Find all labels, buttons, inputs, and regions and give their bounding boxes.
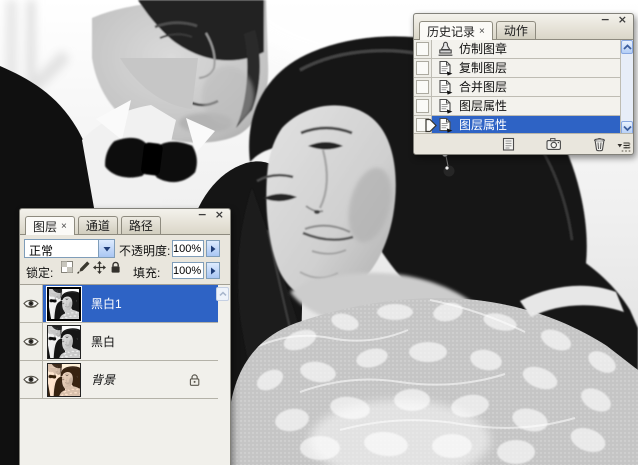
fill-slider-button[interactable] [206,262,220,279]
layers-panel: − × 图层 × 通道 路径 正常 不透明度: 100% 锁定: 填充: 100… [19,208,231,465]
layers-scroll-up-button[interactable] [216,287,229,301]
fill-label: 填充: [133,266,161,280]
lock-label: 锁定: [26,266,54,280]
move-icon [92,260,106,274]
history-step[interactable]: 合并图层 [414,78,620,97]
history-step[interactable]: 仿制图章 [414,40,620,59]
chevron-down-icon [103,246,110,251]
tab-paths[interactable]: 路径 [120,216,161,234]
layer-thumbnail[interactable] [47,362,81,397]
layer-visibility-toggle[interactable] [20,323,43,360]
history-scrollbar[interactable] [620,40,633,135]
history-window-buttons: − × [601,14,627,26]
delete-state-button[interactable] [592,137,607,152]
history-brush-well[interactable] [414,97,432,115]
tab-history[interactable]: 历史记录 × [419,21,493,40]
clone-stamp-icon [438,41,453,56]
history-step-label: 图层属性 [459,118,508,132]
brush-icon [76,260,90,274]
background-lock-icon [188,373,202,386]
fill-value-field[interactable]: 100% [172,262,204,279]
layers-minimize-button[interactable]: − [198,209,207,221]
current-state-pointer-icon[interactable] [425,118,437,133]
history-step[interactable]: 图层属性 [414,97,620,116]
history-brush-well[interactable] [414,78,432,96]
layers-controls: 正常 不透明度: 100% 锁定: 填充: 100% [20,235,230,284]
history-step[interactable]: 复制图层 [414,59,620,78]
lock-position-button[interactable] [92,260,106,274]
history-step-label: 合并图层 [459,80,508,94]
tab-history-close-icon[interactable]: × [479,26,485,37]
blend-mode-value: 正常 [29,244,54,258]
chevron-right-icon [211,267,216,274]
history-step-label: 图层属性 [459,99,508,113]
new-snapshot-button[interactable] [546,137,562,151]
layer-thumbnail[interactable] [47,286,81,321]
lock-all-button[interactable] [108,260,122,274]
tab-channels[interactable]: 通道 [77,216,118,234]
layer-state-icon [439,98,453,114]
layer-row-background[interactable]: 背景 [20,361,218,399]
layers-close-button[interactable]: × [215,209,224,221]
layer-state-icon [439,60,453,76]
transparency-checker-icon [61,261,73,273]
layer-row[interactable]: 黑白 [20,323,218,361]
layers-window-buttons: − × [198,209,224,221]
new-document-from-state-button[interactable] [501,137,516,152]
tab-actions[interactable]: 动作 [495,21,536,39]
eye-icon [23,375,39,385]
opacity-value-field[interactable]: 100% [172,240,204,257]
layer-thumbnail[interactable] [47,324,81,359]
layers-list: 黑白1 黑白 背景 [20,284,230,465]
opacity-label: 不透明度: [119,244,171,258]
layer-name[interactable]: 背景 [91,371,115,388]
chevron-down-icon [622,125,632,131]
tab-channels-label: 通道 [85,219,110,233]
history-step-label: 复制图层 [459,61,508,75]
panel-menu-icon [616,142,630,149]
history-panel-menu-button[interactable] [616,139,630,151]
tab-layers-label: 图层 [33,219,58,234]
blend-mode-dropdown-button[interactable] [98,240,114,257]
history-list: 仿制图章 复制图层 合并图层 图层属性 图层属性 [414,40,633,135]
padlock-icon [110,261,120,273]
tab-history-label: 历史记录 [427,24,476,39]
eye-icon [23,337,39,347]
lock-pixels-button[interactable] [76,260,90,274]
tab-actions-label: 动作 [503,24,528,38]
tab-paths-label: 路径 [128,219,153,233]
tab-layers-close-icon[interactable]: × [61,221,67,232]
chevron-up-icon [218,291,227,297]
history-footer [414,133,633,154]
layer-visibility-toggle[interactable] [20,285,43,322]
photoshop-workspace: − × 历史记录 × 动作 仿制图章 复制图层 合并图层 图层属性 图层属性 −… [0,0,638,465]
chevron-up-icon [622,44,632,50]
layer-visibility-toggle[interactable] [20,361,43,398]
tab-layers[interactable]: 图层 × [25,216,75,235]
layer-name[interactable]: 黑白 [91,333,115,350]
chevron-right-icon [211,245,216,252]
lock-transparency-button[interactable] [60,260,74,274]
history-panel: − × 历史记录 × 动作 仿制图章 复制图层 合并图层 图层属性 图层属性 [413,13,634,155]
history-brush-well[interactable] [414,59,432,77]
history-step-label: 仿制图章 [459,42,508,56]
history-minimize-button[interactable]: − [601,14,610,26]
scroll-up-button[interactable] [621,40,633,54]
layer-row-selected[interactable]: 黑白1 [20,285,218,323]
blend-mode-select[interactable]: 正常 [24,239,115,258]
layer-name[interactable]: 黑白1 [91,295,122,312]
eye-icon [23,299,39,309]
history-close-button[interactable]: × [618,14,627,26]
history-brush-well[interactable] [414,40,432,58]
layer-state-icon [439,79,453,95]
opacity-slider-button[interactable] [206,240,220,257]
layer-state-icon [439,117,453,133]
